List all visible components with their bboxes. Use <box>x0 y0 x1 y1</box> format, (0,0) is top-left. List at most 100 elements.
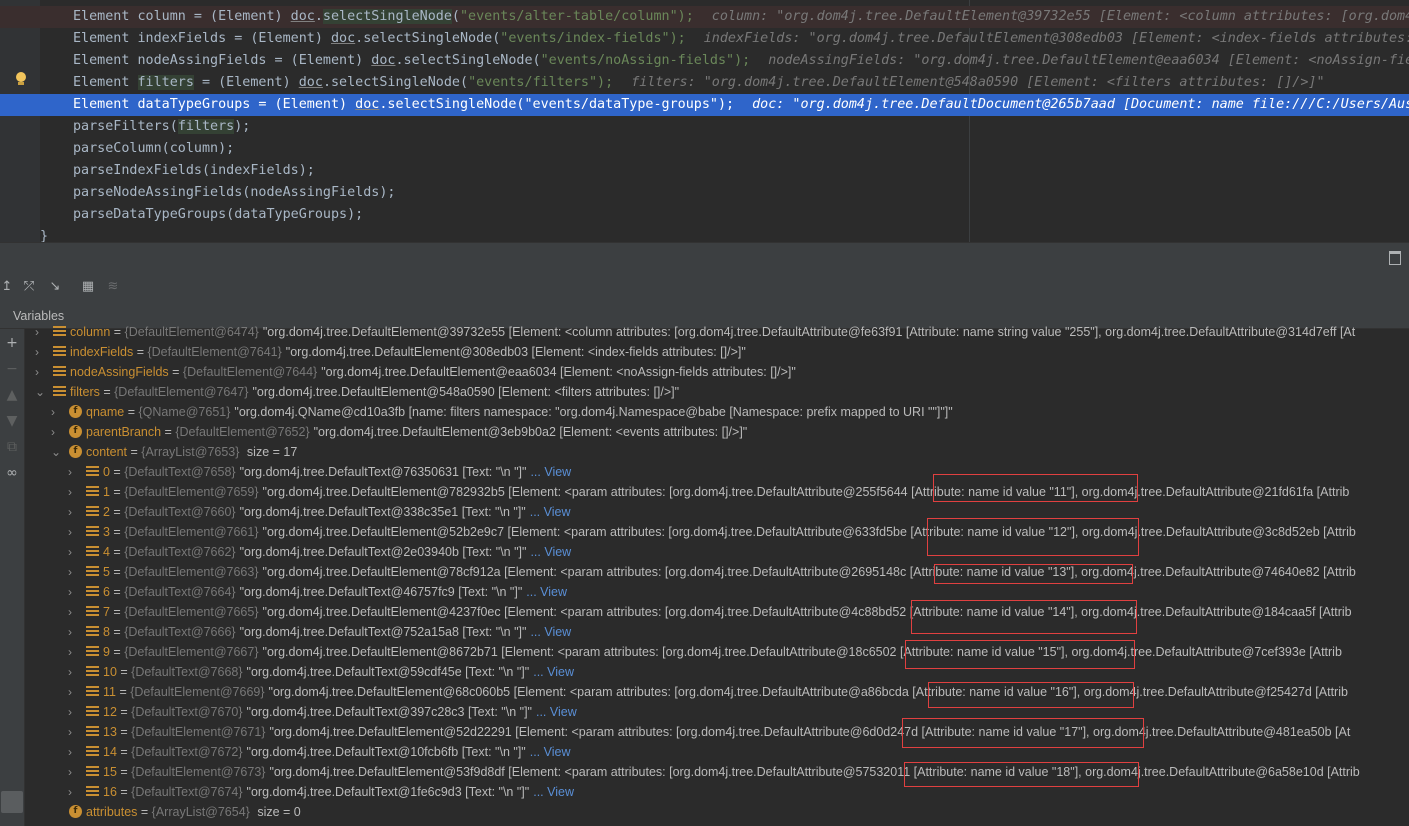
tree-row[interactable]: › 0 = {DefaultText@7658} "org.dom4j.tree.D… <box>25 462 1409 482</box>
code-token: = (Element) <box>193 75 299 90</box>
tree-row[interactable]: › 7 = {DefaultElement@7665} "org.dom4j.tre… <box>25 602 1409 622</box>
expanded-chevron-icon[interactable]: ⌄ <box>51 442 61 462</box>
trace-icon[interactable]: ≋ <box>106 280 120 294</box>
tree-row[interactable]: › f qname = {QName@7651} "org.dom4j.QName@c… <box>25 402 1409 422</box>
tree-row[interactable]: › 1 = {DefaultElement@7659} "org.dom4j.tre… <box>25 482 1409 502</box>
tree-row[interactable]: › 15 = {DefaultElement@7673} "org.dom4j.tr… <box>25 762 1409 782</box>
tree-row[interactable]: › 4 = {DefaultText@7662} "org.dom4j.tree.D… <box>25 542 1409 562</box>
tree-row-text: 9 = {DefaultElement@7667} "org.dom4j.tree… <box>103 642 1346 662</box>
view-link[interactable]: ... View <box>533 665 574 679</box>
code-line[interactable]: Element column = (Element) doc.selectSin… <box>0 6 1409 28</box>
collapsed-chevron-icon[interactable]: › <box>68 662 78 682</box>
tree-row[interactable]: ⌄ filters = {DefaultElement@7647} "org.dom… <box>25 382 1409 402</box>
variables-tree[interactable]: › column = {DefaultElement@6474} "org.dom4… <box>25 322 1409 826</box>
tree-row[interactable]: › indexFields = {DefaultElement@7641} "org… <box>25 342 1409 362</box>
collapsed-chevron-icon[interactable]: › <box>68 582 78 602</box>
collapsed-chevron-icon[interactable]: › <box>68 722 78 742</box>
variable-name: 7 <box>103 605 110 619</box>
collapsed-chevron-icon[interactable]: › <box>35 362 45 382</box>
tree-row[interactable]: › 10 = {DefaultText@7668} "org.dom4j.tree.… <box>25 662 1409 682</box>
code-token: Element dataTypeGroups = (Element) <box>73 97 356 112</box>
tree-row[interactable]: ⌄ f content = {ArrayList@7653} size = 17 <box>25 442 1409 462</box>
collapsed-chevron-icon[interactable]: › <box>51 402 61 422</box>
variable-type: {ArrayList@7653} <box>141 445 240 459</box>
variable-name: 13 <box>103 725 117 739</box>
collapsed-chevron-icon[interactable]: › <box>68 702 78 722</box>
variable-type: {DefaultText@7672} <box>131 745 243 759</box>
collapsed-chevron-icon[interactable]: › <box>68 522 78 542</box>
code-line[interactable]: } <box>0 226 1409 242</box>
variable-name: 9 <box>103 645 110 659</box>
code-line[interactable]: Element filters = (Element) doc.selectSi… <box>0 72 1409 94</box>
restore-layout-icon[interactable] <box>1389 251 1401 265</box>
code-line[interactable]: parseColumn(column); <box>0 138 1409 160</box>
code-editor[interactable]: Element column = (Element) doc.selectSin… <box>0 0 1409 242</box>
code-line[interactable]: Element indexFields = (Element) doc.sele… <box>0 28 1409 50</box>
evaluate-expression-icon[interactable]: ▦ <box>81 280 95 294</box>
glasses-icon[interactable]: ∞ <box>5 466 19 480</box>
tree-row[interactable]: › f parentBranch = {DefaultElement@7652} "o… <box>25 422 1409 442</box>
collapsed-chevron-icon[interactable]: › <box>68 482 78 502</box>
tree-row[interactable]: f attributes = {ArrayList@7654} size = 0 <box>25 802 1409 822</box>
code-line[interactable]: Element dataTypeGroups = (Element) doc.s… <box>0 94 1409 116</box>
collapsed-chevron-icon[interactable]: › <box>68 602 78 622</box>
collapsed-chevron-icon[interactable]: › <box>68 682 78 702</box>
code-line[interactable]: parseIndexFields(indexFields); <box>0 160 1409 182</box>
view-link[interactable]: ... View <box>536 705 577 719</box>
step-out-icon[interactable]: ↥ <box>0 280 14 294</box>
tree-row[interactable]: › 3 = {DefaultElement@7661} "org.dom4j.tre… <box>25 522 1409 542</box>
move-down-icon[interactable]: ▼ <box>5 414 19 428</box>
tree-row[interactable]: › column = {DefaultElement@6474} "org.dom4… <box>25 322 1409 342</box>
remove-watch-icon[interactable]: − <box>5 362 19 376</box>
array-item-icon <box>86 746 99 758</box>
collapsed-chevron-icon[interactable]: › <box>68 542 78 562</box>
move-up-icon[interactable]: ▲ <box>5 388 19 402</box>
view-link[interactable]: ... View <box>530 745 571 759</box>
collapsed-chevron-icon[interactable]: › <box>68 642 78 662</box>
variable-type: {ArrayList@7654} <box>151 805 250 819</box>
tree-row[interactable]: › 13 = {DefaultElement@7671} "org.dom4j.tr… <box>25 722 1409 742</box>
collapsed-chevron-icon[interactable]: › <box>51 422 61 442</box>
lightbulb-icon[interactable] <box>15 72 27 86</box>
variable-type: {DefaultElement@7652} <box>175 425 310 439</box>
tree-row[interactable]: › 6 = {DefaultText@7664} "org.dom4j.tree.D… <box>25 582 1409 602</box>
view-link[interactable]: ... View <box>526 585 567 599</box>
tree-row[interactable]: › nodeAssingFields = {DefaultElement@7644… <box>25 362 1409 382</box>
tree-row[interactable]: › 9 = {DefaultElement@7667} "org.dom4j.tre… <box>25 642 1409 662</box>
collapsed-chevron-icon[interactable]: › <box>68 622 78 642</box>
tree-row[interactable]: › 2 = {DefaultText@7660} "org.dom4j.tree.D… <box>25 502 1409 522</box>
tree-row[interactable]: › 16 = {DefaultText@7674} "org.dom4j.tree.… <box>25 782 1409 802</box>
collapsed-chevron-icon[interactable]: › <box>35 322 45 342</box>
tree-row[interactable]: › 11 = {DefaultElement@7669} "org.dom4j.tr… <box>25 682 1409 702</box>
tree-row[interactable]: › 12 = {DefaultText@7670} "org.dom4j.tree.… <box>25 702 1409 722</box>
view-link[interactable]: ... View <box>530 545 571 559</box>
code-line[interactable]: parseFilters(filters); <box>0 116 1409 138</box>
code-line[interactable]: parseNodeAssingFields(nodeAssingFields); <box>0 182 1409 204</box>
tree-row[interactable]: › 8 = {DefaultText@7666} "org.dom4j.tree.D… <box>25 622 1409 642</box>
tree-row[interactable]: › 14 = {DefaultText@7672} "org.dom4j.tree.… <box>25 742 1409 762</box>
code-text: } <box>40 226 48 242</box>
add-watch-icon[interactable]: + <box>5 336 19 350</box>
code-token: "); <box>589 75 614 90</box>
run-to-cursor-icon[interactable]: ↘ <box>48 280 62 294</box>
collapsed-chevron-icon[interactable]: › <box>68 762 78 782</box>
collapsed-chevron-icon[interactable]: › <box>68 562 78 582</box>
view-link[interactable]: ... View <box>530 505 571 519</box>
view-link[interactable]: ... View <box>530 465 571 479</box>
duplicate-icon[interactable]: ⧉ <box>5 440 19 454</box>
view-link[interactable]: ... View <box>533 785 574 799</box>
code-line[interactable]: parseDataTypeGroups(dataTypeGroups); <box>0 204 1409 226</box>
collapsed-chevron-icon[interactable]: › <box>68 462 78 482</box>
equals-sign: = <box>109 485 125 499</box>
collapsed-chevron-icon[interactable]: › <box>68 782 78 802</box>
view-link[interactable]: ... View <box>530 625 571 639</box>
code-text: parseIndexFields(indexFields); <box>73 160 315 182</box>
drop-frame-icon[interactable]: ⤱ <box>22 280 36 294</box>
collapsed-chevron-icon[interactable]: › <box>68 742 78 762</box>
collapsed-chevron-icon[interactable]: › <box>68 502 78 522</box>
code-line[interactable]: Element nodeAssingFields = (Element) doc… <box>0 50 1409 72</box>
equals-sign: = <box>116 725 132 739</box>
expanded-chevron-icon[interactable]: ⌄ <box>35 382 45 402</box>
collapsed-chevron-icon[interactable]: › <box>35 342 45 362</box>
tree-row[interactable]: › 5 = {DefaultElement@7663} "org.dom4j.tre… <box>25 562 1409 582</box>
